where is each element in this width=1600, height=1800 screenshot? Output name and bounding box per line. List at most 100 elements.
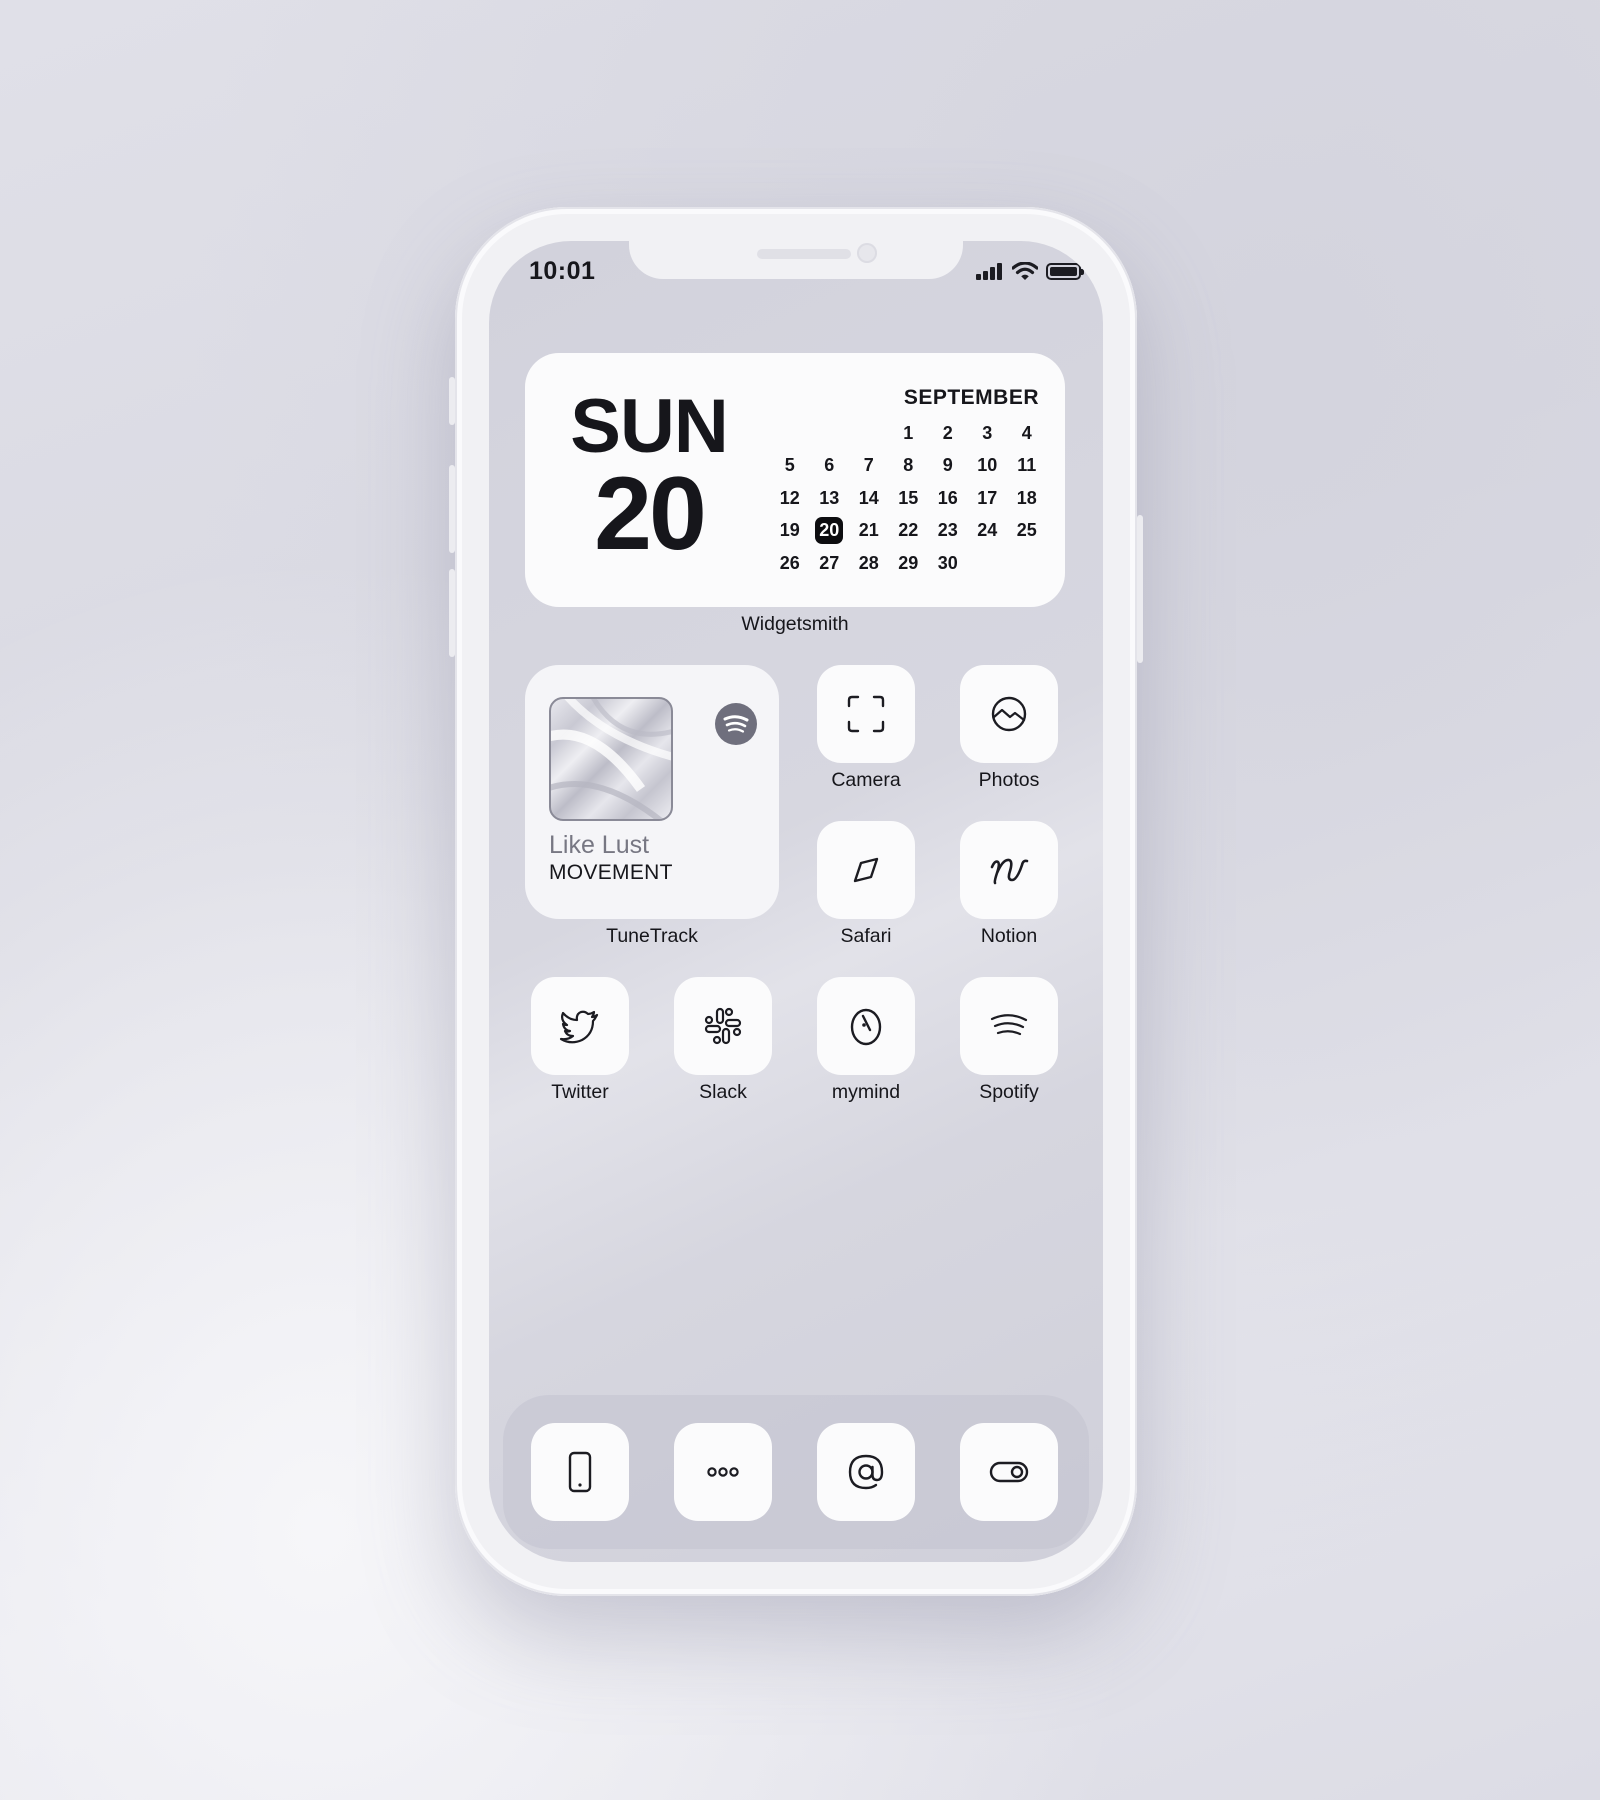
calendar-day: 26 — [770, 547, 810, 580]
calendar-day-number: 13 — [819, 487, 840, 508]
month-name: SEPTEMBER — [903, 386, 1039, 409]
calendar-day-number: 9 — [942, 455, 953, 476]
app-label-slack: Slack — [699, 1081, 747, 1103]
dock-phone[interactable] — [531, 1423, 629, 1521]
calendar-day: 25 — [1007, 515, 1047, 548]
app-notion[interactable] — [960, 821, 1058, 919]
app-mymind[interactable] — [817, 977, 915, 1075]
music-widget[interactable]: Like Lust MOVEMENT — [525, 665, 779, 919]
calendar-day: 6 — [810, 450, 850, 483]
calendar-day-today: 20 — [810, 515, 850, 548]
calendar-day-number: 24 — [977, 520, 998, 541]
calendar-day: 23 — [928, 515, 968, 548]
calendar-day: 3 — [968, 417, 1008, 450]
calendar-day: 1 — [889, 417, 929, 450]
twitter-bird-icon — [559, 1010, 599, 1044]
calendar-day-number: 21 — [858, 520, 879, 541]
calendar-day: 21 — [849, 515, 889, 548]
calendar-day-number: 29 — [898, 552, 919, 573]
artist-name: MOVEMENT — [549, 861, 673, 884]
calendar-day-number: 4 — [1021, 422, 1032, 443]
earpiece — [757, 249, 851, 259]
calendar-day-number: 27 — [819, 552, 840, 573]
calendar-day: 28 — [849, 547, 889, 580]
notion-n-icon — [990, 858, 1029, 885]
calendar-day-number: 18 — [1016, 487, 1037, 508]
month-grid: 1 2 3 4 5 6 7 8 9 10 11 12 13 14 15 16 17 18 19 20 21 22 23 24 2… — [770, 417, 1047, 580]
calendar-day-number: 6 — [824, 455, 835, 476]
app-label-camera: Camera — [831, 769, 901, 791]
calendar-day — [770, 417, 810, 450]
power-button — [1137, 515, 1143, 663]
calendar-day: 12 — [770, 482, 810, 515]
notch — [629, 241, 963, 279]
calendar-day-number: 2 — [942, 422, 953, 443]
calendar-day: 19 — [770, 515, 810, 548]
mail-at-icon — [848, 1454, 884, 1490]
calendar-day-number: 17 — [977, 487, 998, 508]
calendar-day-number: 12 — [779, 487, 800, 508]
calendar-day — [810, 417, 850, 450]
battery-icon — [1046, 263, 1084, 280]
widget-label-widgetsmith: Widgetsmith — [741, 613, 849, 635]
volume-up-button — [449, 465, 455, 553]
calendar-day: 10 — [968, 450, 1008, 483]
app-photos[interactable] — [960, 665, 1058, 763]
calendar-day: 16 — [928, 482, 968, 515]
calendar-day: 17 — [968, 482, 1008, 515]
compass-icon — [853, 857, 879, 883]
calendar-day: 22 — [889, 515, 929, 548]
calendar-day: 24 — [968, 515, 1008, 548]
dock-mail[interactable] — [817, 1423, 915, 1521]
app-label-safari: Safari — [840, 925, 892, 947]
mute-switch — [449, 377, 455, 425]
phone-frame: 10:01 SUN 20 SEPTEMBER 1 2 3 4 5 6 7 8 9 10 11 12 13… — [449, 207, 1143, 1596]
calendar-day: 7 — [849, 450, 889, 483]
calendar-day-number: 30 — [937, 552, 958, 573]
calendar-day-number: 20 — [815, 517, 844, 545]
calendar-day — [849, 417, 889, 450]
dock — [503, 1395, 1089, 1549]
song-title: Like Lust — [549, 831, 650, 859]
calendar-day: 8 — [889, 450, 929, 483]
calendar-day: 30 — [928, 547, 968, 580]
app-safari[interactable] — [817, 821, 915, 919]
calendar-day-number: 15 — [898, 487, 919, 508]
calendar-day-number: 25 — [1016, 520, 1037, 541]
app-twitter[interactable] — [531, 977, 629, 1075]
widget-label-tunetrack: TuneTrack — [606, 925, 698, 947]
calendar-day-number: 26 — [779, 552, 800, 573]
calendar-day-number: 28 — [858, 552, 879, 573]
calendar-day-number: 1 — [903, 422, 914, 443]
calendar-widget[interactable]: SUN 20 SEPTEMBER 1 2 3 4 5 6 7 8 9 10 11 12 13 14 15 16… — [525, 353, 1065, 607]
phone-icon — [568, 1451, 592, 1493]
calendar-day: 9 — [928, 450, 968, 483]
day-number: 20 — [594, 456, 707, 572]
front-camera — [857, 243, 877, 263]
calendar-day-number: 23 — [937, 520, 958, 541]
cellular-signal-icon — [976, 263, 1002, 280]
app-camera[interactable] — [817, 665, 915, 763]
calendar-day: 15 — [889, 482, 929, 515]
calendar-day: 29 — [889, 547, 929, 580]
album-art-feather-image — [551, 699, 671, 819]
dock-messages[interactable] — [674, 1423, 772, 1521]
app-spotify[interactable] — [960, 977, 1058, 1075]
volume-down-button — [449, 569, 455, 657]
home-screen: 10:01 SUN 20 SEPTEMBER 1 2 3 4 5 6 7 8 9 10 11 12 13… — [489, 241, 1103, 1562]
app-label-notion: Notion — [980, 925, 1038, 947]
app-label-mymind: mymind — [831, 1081, 901, 1103]
calendar-day-number: 7 — [863, 455, 874, 476]
messages-dots-icon — [707, 1467, 739, 1477]
calendar-day: 27 — [810, 547, 850, 580]
app-label-photos: Photos — [978, 769, 1040, 791]
calendar-day: 14 — [849, 482, 889, 515]
calendar-day-number: 11 — [1017, 455, 1037, 476]
dock-settings[interactable] — [960, 1423, 1058, 1521]
calendar-day: 2 — [928, 417, 968, 450]
app-slack[interactable] — [674, 977, 772, 1075]
calendar-day-number: 5 — [784, 455, 795, 476]
calendar-day: 4 — [1007, 417, 1047, 450]
calendar-day: 18 — [1007, 482, 1047, 515]
spotify-icon — [715, 703, 757, 745]
